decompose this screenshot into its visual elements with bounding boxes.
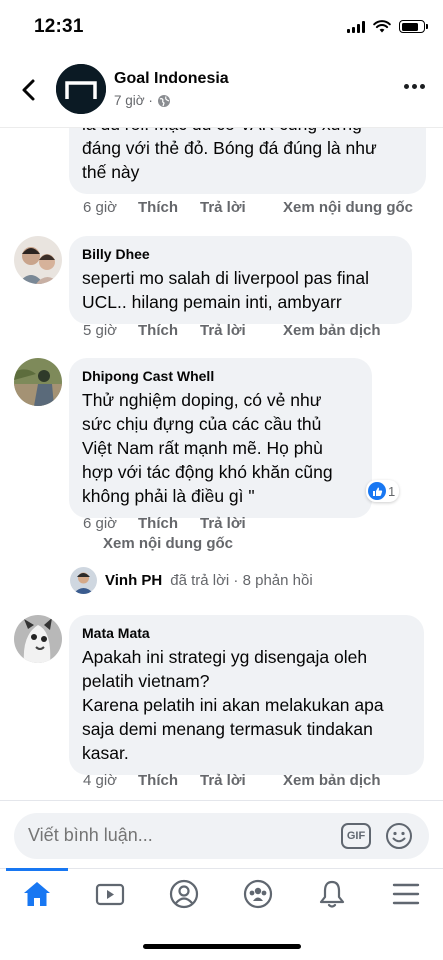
page-avatar[interactable] (56, 64, 106, 114)
avatar[interactable] (14, 358, 62, 406)
tab-notifications[interactable] (312, 877, 352, 911)
avatar-photo (14, 236, 62, 284)
status-icons (347, 20, 428, 33)
profile-icon (169, 879, 199, 909)
status-bar: 12:31 (0, 0, 443, 54)
post-meta: 7 giờ · (114, 93, 171, 108)
emoji-button[interactable] (385, 822, 413, 850)
reply-button[interactable]: Trả lời (200, 772, 283, 789)
comment-actions: 4 giờ Thích Trả lời Xem bản dịch (83, 772, 381, 789)
like-button[interactable]: Thích (138, 322, 200, 339)
tab-home[interactable] (17, 877, 57, 911)
tab-profile[interactable] (164, 877, 204, 911)
comment-bubble[interactable]: Mata Mata Apakah ini strategi yg disenga… (69, 615, 424, 775)
comment-bubble[interactable]: Dhipong Cast Whell Thử nghiệm doping, có… (69, 358, 372, 518)
comment-composer[interactable]: GIF (14, 813, 429, 859)
battery-icon (399, 20, 428, 33)
comment-author[interactable]: Billy Dhee (82, 245, 399, 263)
comment-text: Thử nghiệm doping, có vẻ như sức chịu đự… (82, 390, 333, 506)
cellular-signal-icon (347, 20, 365, 33)
comment-actions: 6 giờ Thích Trả lời (83, 515, 283, 532)
see-original-button[interactable]: Xem nội dung gốc (103, 535, 233, 552)
see-translation-button[interactable]: Xem bản dịch (283, 322, 381, 339)
like-reaction-icon (368, 482, 386, 500)
see-original-button[interactable]: Xem nội dung gốc (283, 199, 413, 216)
comment-actions: 6 giờ Thích Trả lời Xem nội dung gốc (83, 199, 413, 216)
comment-text: Apakah ini strategi yg disengaja oleh pe… (82, 647, 384, 763)
post-time: 7 giờ · (114, 93, 153, 108)
view-replies-link[interactable]: Vinh PH đã trả lời · 8 phản hồi (70, 567, 313, 594)
gif-button[interactable]: GIF (341, 823, 371, 849)
reply-count: đã trả lời · 8 phản hồi (170, 572, 313, 589)
comment-time: 5 giờ (83, 322, 118, 339)
reply-avatar (70, 567, 97, 594)
comment-text: seperti mo salah di liverpool pas final … (82, 268, 369, 312)
comments-list[interactable]: là đủ rồi. Mặc dù có VAR cũng xứng đáng … (0, 128, 443, 800)
reply-button[interactable]: Trả lời (200, 199, 283, 216)
avatar-photo (14, 358, 62, 406)
like-button[interactable]: Thích (138, 199, 200, 216)
video-icon (95, 883, 125, 906)
comment-bubble[interactable]: Billy Dhee seperti mo salah di liverpool… (69, 236, 412, 324)
like-button[interactable]: Thích (138, 515, 200, 532)
reply-button[interactable]: Trả lời (200, 515, 283, 532)
avatar-photo (70, 567, 97, 594)
active-tab-indicator (6, 868, 68, 871)
smiley-icon (386, 823, 412, 849)
page-name[interactable]: Goal Indonesia (114, 70, 229, 88)
comment-time: 4 giờ (83, 772, 118, 789)
menu-icon (392, 883, 420, 905)
goal-logo-icon (56, 64, 106, 114)
tab-video[interactable] (90, 877, 130, 911)
like-button[interactable]: Thích (138, 772, 200, 789)
bottom-tab-bar (0, 868, 443, 960)
avatar[interactable] (14, 615, 62, 663)
post-header: Goal Indonesia 7 giờ · (0, 54, 443, 128)
wifi-icon (373, 20, 391, 33)
avatar[interactable] (14, 236, 62, 284)
comment-text: là đủ rồi. Mặc dù có VAR cũng xứng đáng … (82, 128, 377, 182)
chevron-left-icon (22, 79, 35, 101)
comment-composer-bar: GIF (0, 800, 443, 868)
status-time: 12:31 (34, 16, 84, 37)
reaction-badge[interactable]: 1 (366, 480, 400, 502)
tab-groups[interactable] (238, 877, 278, 911)
reply-button[interactable]: Trả lời (200, 322, 283, 339)
comment-time: 6 giờ (83, 199, 118, 216)
more-options-button[interactable] (404, 84, 425, 89)
tab-menu[interactable] (386, 877, 426, 911)
comment-author[interactable]: Dhipong Cast Whell (82, 367, 359, 385)
globe-icon (157, 94, 170, 107)
groups-icon (243, 879, 273, 909)
reply-author: Vinh PH (105, 572, 163, 589)
see-translation-button[interactable]: Xem bản dịch (283, 772, 381, 789)
reaction-count: 1 (388, 483, 396, 499)
comment-author[interactable]: Mata Mata (82, 624, 411, 642)
back-button[interactable] (16, 74, 42, 106)
home-indicator (143, 944, 301, 949)
comment-time: 6 giờ (83, 515, 118, 532)
comment-input[interactable] (28, 825, 328, 846)
avatar-photo (14, 615, 62, 663)
bell-icon (319, 880, 345, 908)
home-icon (24, 882, 50, 906)
comment-bubble[interactable]: là đủ rồi. Mặc dù có VAR cũng xứng đáng … (69, 128, 426, 194)
comment-actions: 5 giờ Thích Trả lời Xem bản dịch (83, 322, 381, 339)
